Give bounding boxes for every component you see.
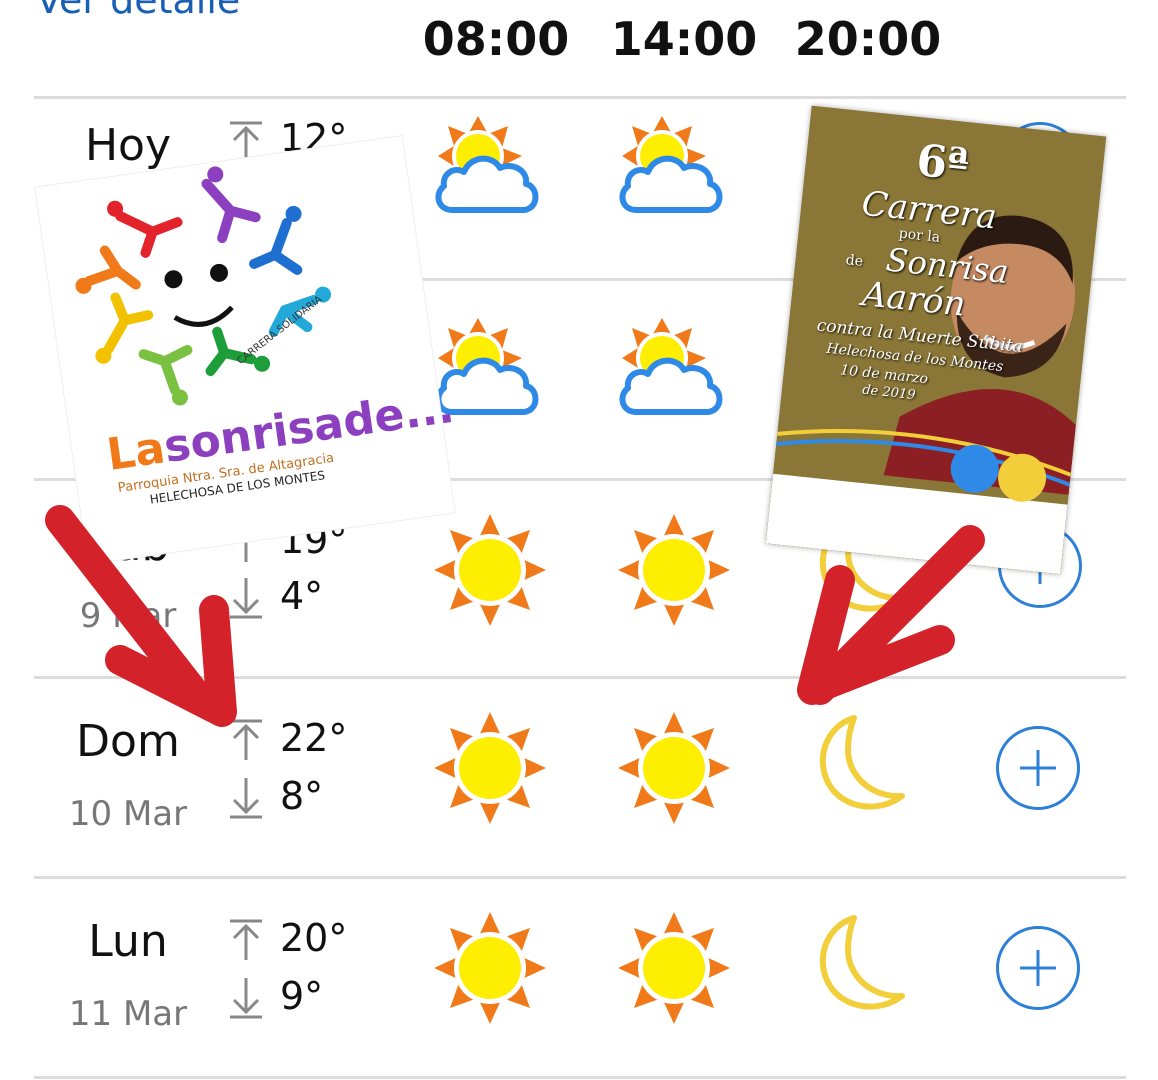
red-arrows-annotation (45, 505, 985, 727)
